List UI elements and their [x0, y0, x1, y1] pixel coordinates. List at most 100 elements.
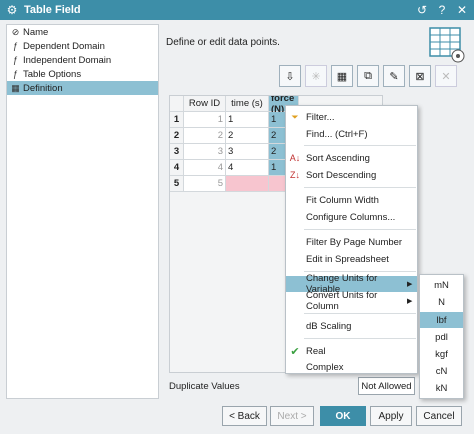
time-cell[interactable]: 2 [226, 128, 269, 144]
checkmark-icon: ✔ [290, 345, 300, 358]
unit-option-n[interactable]: N [420, 294, 463, 310]
menu-item-filter-by-page[interactable]: Filter By Page Number [286, 234, 417, 250]
unit-option-mn[interactable]: mN [420, 277, 463, 293]
tree-item-label: Table Options [23, 68, 82, 80]
unit-option-kn[interactable]: kN [420, 380, 463, 396]
row-number[interactable]: 4 [170, 160, 184, 176]
tree-item-name[interactable]: ⊘ Name [7, 25, 158, 39]
menu-item-label: Filter... [306, 111, 335, 123]
menu-separator [304, 338, 416, 339]
units-submenu: mN N lbf pdl kgf cN kN [419, 274, 464, 399]
unit-option-kgf[interactable]: kgf [420, 346, 463, 362]
tree-item-label: Name [23, 26, 49, 38]
chevron-right-icon: ▶ [407, 281, 413, 288]
row-id-cell[interactable]: 3 [184, 144, 226, 160]
tree-item-independent-domain[interactable]: ƒ Independent Domain [7, 53, 158, 67]
title-bar: ⚙ Table Field ↺ ? ✕ [0, 0, 474, 20]
table-toolbar: ⇩ ✳ ▦ ⧉ ✎ ⊠ ✕ [279, 65, 457, 90]
menu-item-fit-column-width[interactable]: Fit Column Width [286, 192, 417, 208]
edit-table-icon[interactable]: ✎ [383, 65, 405, 87]
menu-item-label: Sort Descending [306, 169, 377, 181]
unit-option-lbf[interactable]: lbf [420, 312, 463, 328]
menu-item-sort-descending[interactable]: Z↓ Sort Descending [286, 167, 417, 183]
column-header-time[interactable]: time (s) [226, 96, 269, 112]
chevron-right-icon: ▶ [407, 298, 413, 305]
menu-item-label: Filter By Page Number [306, 236, 403, 248]
tree-item-table-options[interactable]: ƒ Table Options [7, 67, 158, 81]
tree-item-dependent-domain[interactable]: ƒ Dependent Domain [7, 39, 158, 53]
duplicate-values-label: Duplicate Values [169, 381, 240, 392]
ok-button[interactable]: OK [320, 406, 366, 426]
row-number-header [170, 96, 184, 112]
context-menu: ⏷ Filter... Find... (Ctrl+F) A↓ Sort Ascen… [285, 105, 418, 374]
duplicate-values-select[interactable]: Not Allowed [358, 377, 415, 395]
row-number[interactable]: 2 [170, 128, 184, 144]
menu-item-convert-units[interactable]: Convert Units for Column ▶ [286, 290, 417, 312]
menu-item-label: Fit Column Width [306, 194, 379, 206]
menu-item-configure-columns[interactable]: Configure Columns... [286, 209, 417, 225]
back-button[interactable]: < Back [222, 406, 267, 426]
window-title: Table Field [24, 4, 81, 16]
row-id-cell[interactable]: 4 [184, 160, 226, 176]
menu-separator [304, 313, 416, 314]
help-icon[interactable]: ? [434, 2, 450, 18]
time-cell[interactable]: 1 [226, 112, 269, 128]
close-icon[interactable]: ✕ [435, 65, 457, 87]
navigation-tree: ⊘ Name ƒ Dependent Domain ƒ Independent Dom… [6, 24, 159, 399]
row-id-cell[interactable]: 5 [184, 176, 226, 192]
copy-table-icon[interactable]: ⧉ [357, 65, 379, 87]
menu-separator [304, 229, 416, 230]
menu-item-label: Convert Units for Column [306, 290, 378, 312]
table-icon: ▦ [11, 82, 20, 93]
menu-item-label: Sort Ascending [306, 152, 370, 164]
table-icon[interactable]: ▦ [331, 65, 353, 87]
row-number[interactable]: 5 [170, 176, 184, 192]
menu-separator [304, 145, 416, 146]
unit-option-cn[interactable]: cN [420, 363, 463, 379]
description-text: Define or edit data points. [166, 37, 280, 48]
sort-desc-icon: Z↓ [290, 170, 300, 180]
menu-item-filter[interactable]: ⏷ Filter... [286, 109, 417, 125]
fx-icon: ƒ [12, 69, 18, 79]
menu-item-sort-ascending[interactable]: A↓ Sort Ascending [286, 150, 417, 166]
menu-item-label: Configure Columns... [306, 211, 396, 223]
menu-item-label: Edit in Spreadsheet [306, 253, 389, 265]
fx-icon: ƒ [12, 55, 18, 65]
tree-item-label: Independent Domain [23, 54, 112, 66]
menu-item-label: Find... (Ctrl+F) [306, 128, 368, 140]
menu-separator [304, 271, 416, 272]
row-id-cell[interactable]: 1 [184, 112, 226, 128]
reset-icon[interactable]: ↺ [414, 2, 430, 18]
menu-item-real[interactable]: ✔ Real [286, 343, 417, 359]
fx-icon: ƒ [12, 41, 18, 51]
time-cell[interactable] [226, 176, 269, 192]
menu-separator [304, 187, 416, 188]
menu-item-db-scaling[interactable]: dB Scaling [286, 318, 417, 334]
import-icon[interactable]: ⇩ [279, 65, 301, 87]
tag-icon: ⊘ [11, 26, 20, 37]
tree-item-definition[interactable]: ▦ Definition [7, 81, 158, 95]
cancel-button[interactable]: Cancel [416, 406, 462, 426]
row-id-cell[interactable]: 2 [184, 128, 226, 144]
unit-option-pdl[interactable]: pdl [420, 329, 463, 345]
menu-item-label: Real [306, 345, 326, 357]
next-button[interactable]: Next > [270, 406, 314, 426]
tree-item-label: Definition [23, 82, 63, 94]
sparkle-icon[interactable]: ✳ [305, 65, 327, 87]
time-cell[interactable]: 3 [226, 144, 269, 160]
apply-button[interactable]: Apply [370, 406, 412, 426]
tree-item-label: Dependent Domain [23, 40, 105, 52]
gear-icon: ⚙ [6, 3, 18, 17]
row-number[interactable]: 1 [170, 112, 184, 128]
close-icon[interactable]: ✕ [454, 2, 470, 18]
delete-table-icon[interactable]: ⊠ [409, 65, 431, 87]
filter-icon: ⏷ [291, 111, 299, 122]
menu-item-complex[interactable]: Complex [286, 359, 417, 375]
row-number[interactable]: 3 [170, 144, 184, 160]
menu-item-find[interactable]: Find... (Ctrl+F) [286, 126, 417, 142]
menu-item-label: Complex [306, 361, 344, 373]
menu-item-label: dB Scaling [306, 320, 352, 332]
column-header-row-id[interactable]: Row ID [184, 96, 226, 112]
time-cell[interactable]: 4 [226, 160, 269, 176]
menu-item-edit-spreadsheet[interactable]: Edit in Spreadsheet [286, 251, 417, 267]
